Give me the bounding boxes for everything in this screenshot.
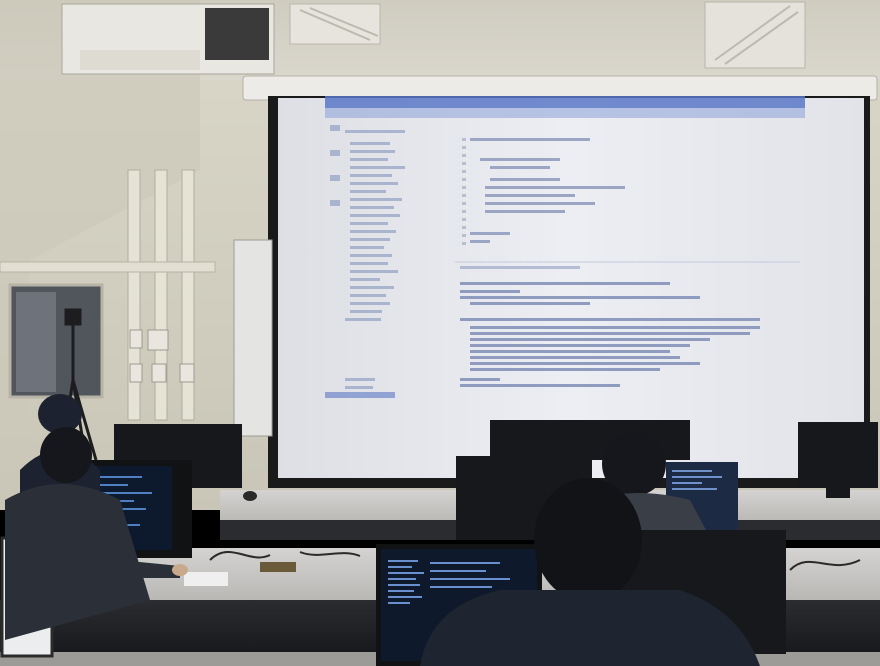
ceiling-light-right <box>704 1 806 69</box>
wall-ledge <box>0 261 216 273</box>
whiteboard <box>233 239 273 437</box>
mouse <box>243 491 257 501</box>
air-conditioner <box>61 3 275 75</box>
classroom-photo <box>0 0 880 666</box>
desk-paper <box>184 572 228 586</box>
projected-tab-bar <box>325 108 805 118</box>
ceiling-light-left <box>289 3 381 45</box>
projected-status-bar <box>325 392 395 398</box>
window-pane-reflection <box>16 292 56 392</box>
projected-title-bar <box>325 96 805 108</box>
desk-device <box>260 562 296 572</box>
